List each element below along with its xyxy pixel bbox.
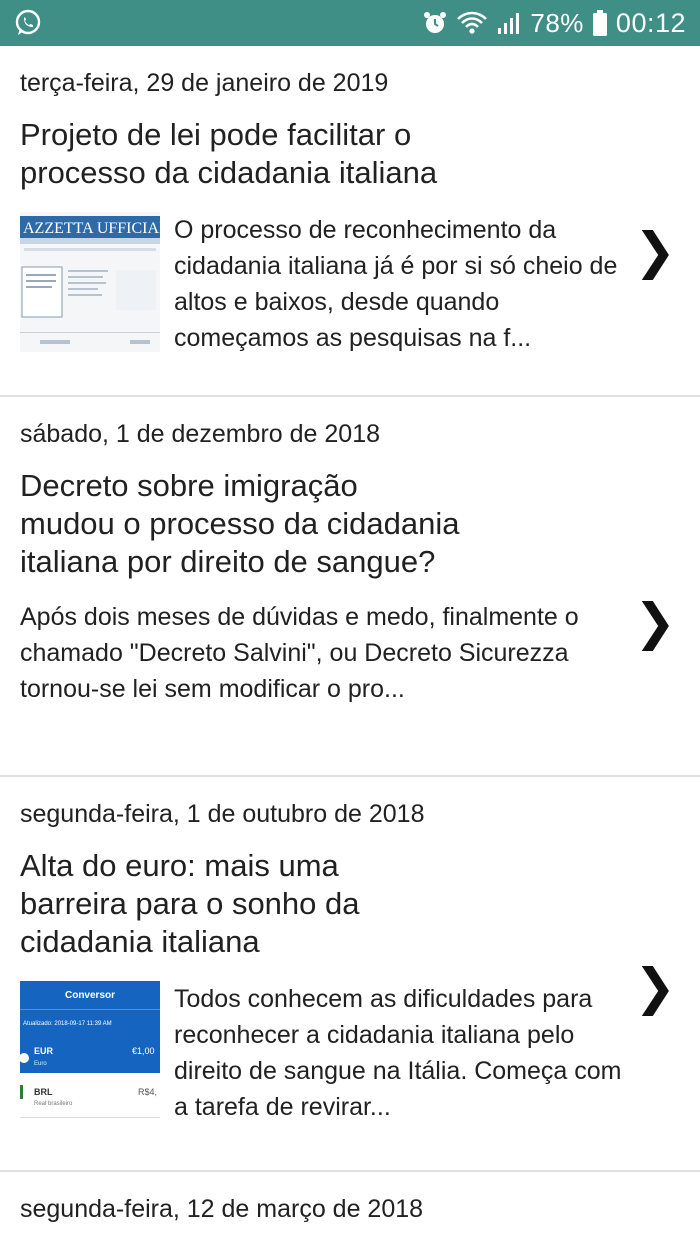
thumbnail-header: Conversor — [65, 990, 115, 1001]
post-item[interactable]: sábado, 1 de dezembro de 2018 Decreto so… — [0, 397, 700, 777]
post-item[interactable]: segunda-feira, 1 de outubro de 2018 Alta… — [0, 777, 700, 1172]
post-thumbnail[interactable]: AZZETTA UFFICIAL — [20, 212, 160, 352]
chevron-right-icon[interactable]: ❯ — [634, 597, 676, 647]
chevron-right-icon[interactable]: ❯ — [634, 226, 676, 276]
post-excerpt: Após dois meses de dúvidas e medo, final… — [20, 603, 579, 703]
post-date: segunda-feira, 12 de março de 2018 — [20, 1195, 424, 1223]
battery-icon — [592, 9, 608, 37]
post-date: terça-feira, 29 de janeiro de 2019 — [20, 69, 389, 97]
post-title[interactable]: Alta do euro: mais uma barreira para o s… — [20, 847, 400, 961]
post-excerpt: O processo de reconhecimento da cidadani… — [174, 216, 618, 352]
post-title[interactable]: Decreto sobre imigração mudou o processo… — [20, 467, 460, 581]
battery-percent: 78% — [530, 7, 584, 38]
thumbnail-title: AZZETTA UFFICIAL — [23, 220, 160, 237]
post-excerpt: Todos conhecem as dificuldades para reco… — [174, 985, 622, 1121]
clock: 00:12 — [615, 7, 686, 38]
thumbnail-row2-name: Real brasileiro — [34, 1101, 73, 1107]
post-thumbnail[interactable]: Conversor Atualizado: 2018-09-17 11:39 A… — [20, 981, 160, 1121]
thumbnail-row1-code: EUR — [34, 1046, 54, 1056]
post-item[interactable]: segunda-feira, 12 de março de 2018 — [0, 1172, 700, 1252]
post-feed: terça-feira, 29 de janeiro de 2019 Proje… — [0, 46, 700, 1252]
wifi-icon — [456, 10, 488, 36]
alarm-icon — [422, 10, 448, 36]
thumbnail-row1-value: €1,00 — [132, 1046, 155, 1056]
post-item[interactable]: terça-feira, 29 de janeiro de 2019 Proje… — [0, 46, 700, 397]
whatsapp-icon — [14, 9, 42, 42]
post-date: segunda-feira, 1 de outubro de 2018 — [20, 800, 425, 828]
post-date: sábado, 1 de dezembro de 2018 — [20, 420, 380, 448]
thumbnail-row1-name: Euro — [34, 1061, 47, 1067]
signal-icon — [496, 10, 522, 36]
chevron-right-icon[interactable]: ❯ — [634, 962, 676, 1012]
thumbnail-row2-value: R$4, — [138, 1087, 157, 1097]
thumbnail-row2-code: BRL — [34, 1087, 53, 1097]
status-bar: 78% 00:12 — [0, 0, 700, 46]
post-title[interactable]: Projeto de lei pode facilitar o processo… — [20, 116, 480, 192]
thumbnail-updated: Atualizado: 2018-09-17 11:39 AM — [23, 1021, 112, 1027]
